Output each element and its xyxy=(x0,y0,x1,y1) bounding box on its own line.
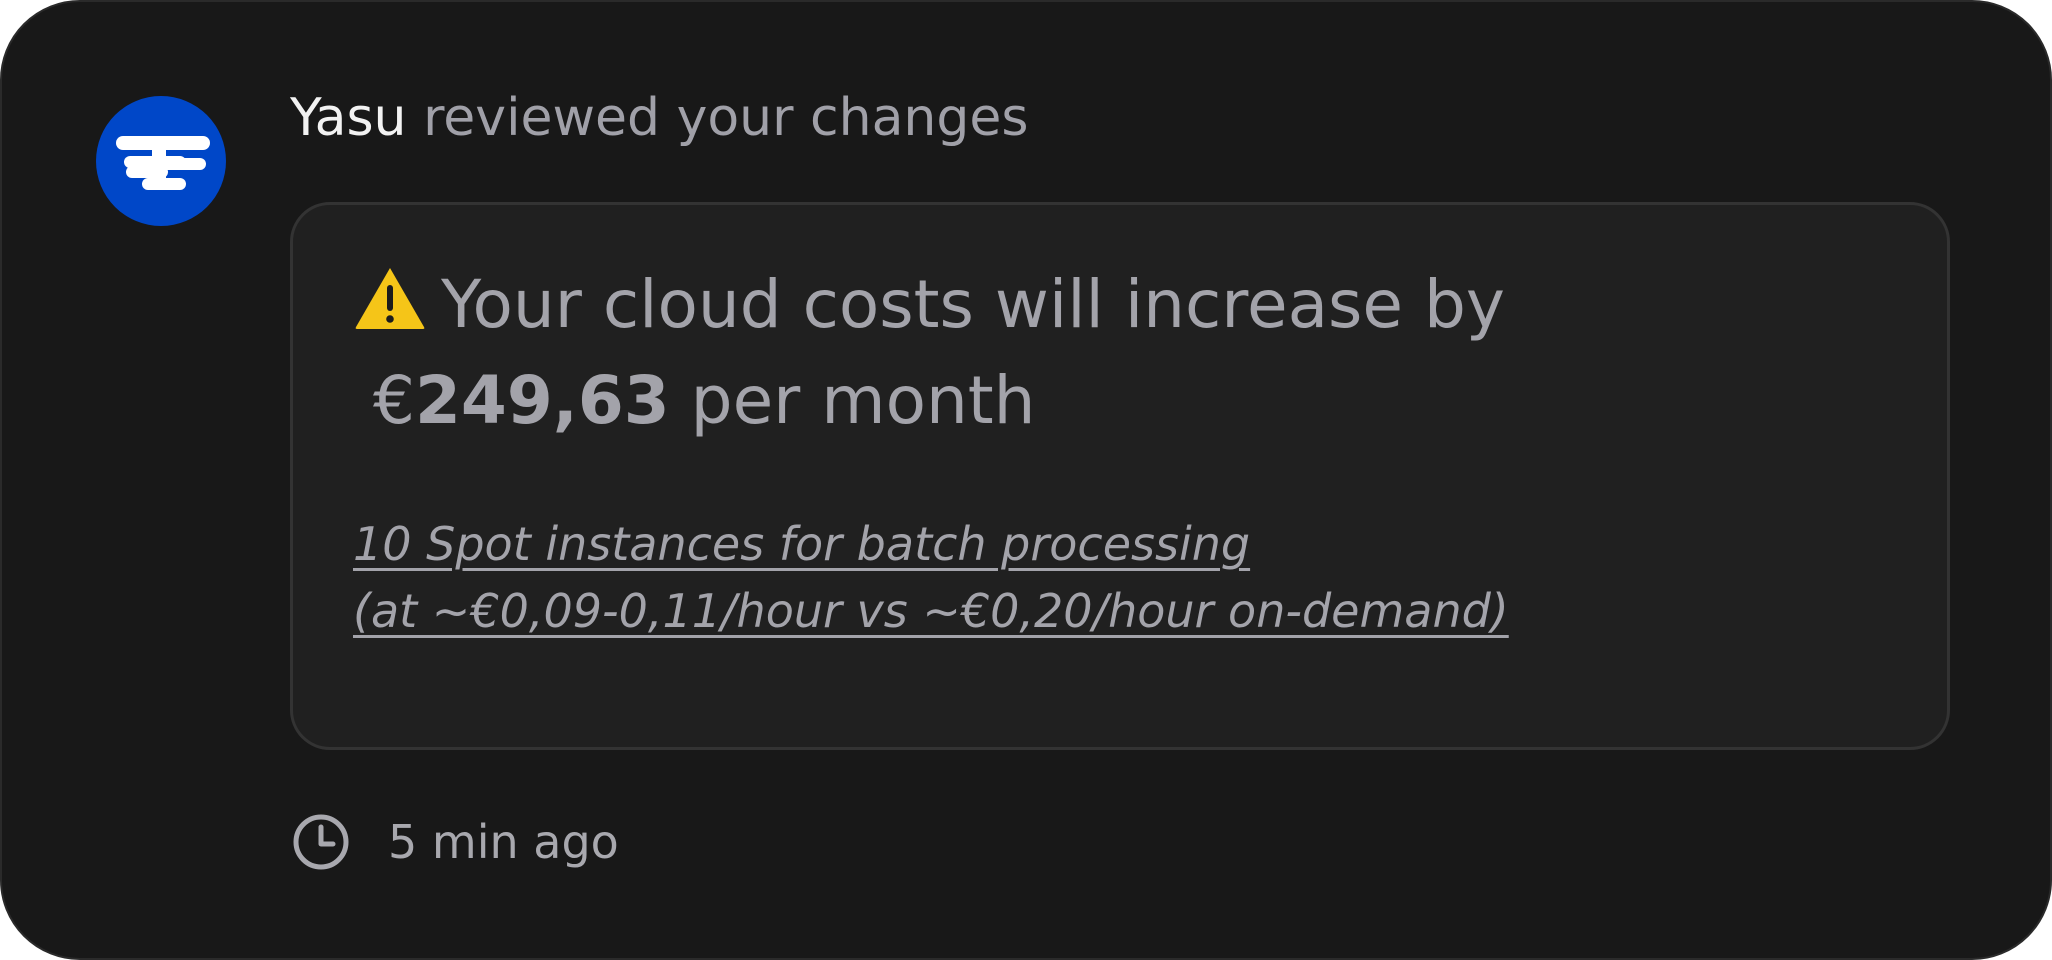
currency-symbol: € xyxy=(373,362,415,439)
amount-line: €249,63 per month xyxy=(353,353,1913,449)
detail-line-2[interactable]: (at ~€0,09-0,11/hour vs ~€0,20/hour on-d… xyxy=(353,578,1913,645)
warning-icon xyxy=(355,268,425,329)
yasu-logo-icon xyxy=(116,136,210,190)
timestamp: 5 min ago xyxy=(388,815,619,869)
cost-alert-panel: Your cloud costs will increase by €249,6… xyxy=(290,202,1950,750)
detail-line-1[interactable]: 10 Spot instances for batch processing xyxy=(353,511,1913,578)
notification-header: Yasu reviewed your changes xyxy=(290,84,1028,152)
avatar xyxy=(96,96,226,226)
action-text: reviewed your changes xyxy=(423,88,1029,148)
headline-prefix: Your cloud costs will increase by xyxy=(441,266,1505,343)
cost-headline: Your cloud costs will increase by €249,6… xyxy=(353,257,1913,449)
author-name[interactable]: Yasu xyxy=(290,88,407,148)
notification-footer: 5 min ago xyxy=(290,810,619,874)
cost-amount: 249,63 xyxy=(415,362,670,439)
cost-period: per month xyxy=(690,362,1036,439)
cost-detail-link[interactable]: 10 Spot instances for batch processing (… xyxy=(353,511,1913,645)
notification-card: Yasu reviewed your changes Your cloud co… xyxy=(0,0,2052,960)
clock-icon xyxy=(293,814,349,870)
